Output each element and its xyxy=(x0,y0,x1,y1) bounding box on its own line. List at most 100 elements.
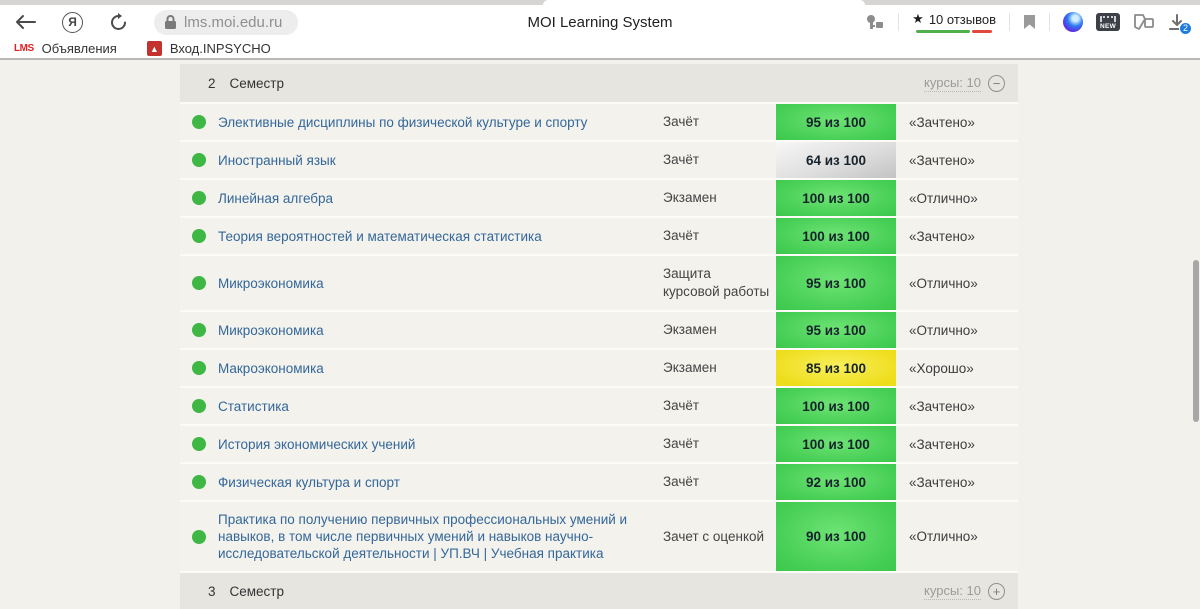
course-link[interactable]: Теория вероятностей и математическая ста… xyxy=(218,228,542,245)
score-cell: 95 из 100 xyxy=(776,104,896,140)
extension-browser-icon[interactable] xyxy=(1063,12,1083,32)
assessment-type: Экзамен xyxy=(663,180,776,216)
rating-bar xyxy=(916,30,992,33)
score-cell: 90 из 100 xyxy=(776,502,896,571)
address-bar[interactable]: lms.moi.edu.ru xyxy=(154,10,298,35)
yandex-button[interactable]: Я xyxy=(62,12,83,33)
score-text: 100 из 100 xyxy=(802,399,870,414)
score-cell: 100 из 100 xyxy=(776,180,896,216)
course-name-cell: Иностранный язык xyxy=(218,142,663,178)
lms-favicon: LMS xyxy=(14,43,34,54)
score-badge: 95 из 100 xyxy=(776,104,896,140)
status-dot-icon xyxy=(192,361,206,375)
course-name-cell: Теория вероятностей и математическая ста… xyxy=(218,218,663,254)
course-name-cell: Элективные дисциплины по физической куль… xyxy=(218,104,663,140)
table-row: Иностранный язык Зачёт 64 из 100 «Зачтен… xyxy=(180,140,1018,178)
assessment-type: Экзамен xyxy=(663,312,776,348)
toolbar-divider xyxy=(1049,13,1050,31)
status-dot-cell xyxy=(180,218,218,254)
course-name-cell: Линейная алгебра xyxy=(218,180,663,216)
expand-semester-icon[interactable]: + xyxy=(988,583,1005,600)
table-row: Линейная алгебра Экзамен 100 из 100 «Отл… xyxy=(180,178,1018,216)
assessment-type: Зачет с оценкой xyxy=(663,502,776,571)
score-text: 95 из 100 xyxy=(806,115,866,130)
course-link[interactable]: Микроэкономика xyxy=(218,275,324,292)
score-badge: 64 из 100 xyxy=(776,142,896,178)
course-link[interactable]: Макроэкономика xyxy=(218,360,324,377)
status-dot-cell xyxy=(180,502,218,571)
course-link[interactable]: Элективные дисциплины по физической куль… xyxy=(218,114,587,131)
grade-text: «Зачтено» xyxy=(896,464,1018,500)
course-link[interactable]: Практика по получению первичных професси… xyxy=(218,511,651,562)
score-text: 92 из 100 xyxy=(806,475,866,490)
grade-text: «Отлично» xyxy=(896,312,1018,348)
table-row: Практика по получению первичных професси… xyxy=(180,500,1018,571)
browser-window: MOI Learning System Я lms.moi.edu.ru xyxy=(0,0,1200,60)
score-text: 64 из 100 xyxy=(806,153,866,168)
course-name-cell: Статистика xyxy=(218,388,663,424)
course-link[interactable]: Линейная алгебра xyxy=(218,190,333,207)
semester-number: 3 xyxy=(208,584,216,599)
course-link[interactable]: Статистика xyxy=(218,398,289,415)
status-dot-cell xyxy=(180,104,218,140)
score-text: 85 из 100 xyxy=(806,361,866,376)
status-dot-icon xyxy=(192,475,206,489)
inpsycho-favicon: ▲ xyxy=(147,41,162,56)
score-badge: 95 из 100 xyxy=(776,256,896,310)
course-name-cell: Физическая культура и спорт xyxy=(218,464,663,500)
collections-icon[interactable] xyxy=(1133,13,1155,31)
status-dot-icon xyxy=(192,323,206,337)
course-rows: Элективные дисциплины по физической куль… xyxy=(180,102,1018,571)
assessment-type: Зачёт xyxy=(663,426,776,462)
assessment-type: Экзамен xyxy=(663,350,776,386)
score-badge: 95 из 100 xyxy=(776,312,896,348)
collapse-semester-icon[interactable]: − xyxy=(988,75,1005,92)
assessment-type: Зачёт xyxy=(663,388,776,424)
score-text: 100 из 100 xyxy=(802,191,870,206)
table-row: История экономических учений Зачёт 100 и… xyxy=(180,424,1018,462)
status-dot-cell xyxy=(180,426,218,462)
score-text: 90 из 100 xyxy=(806,529,866,544)
course-link[interactable]: Физическая культура и спорт xyxy=(218,474,400,491)
status-dot-cell xyxy=(180,388,218,424)
bookmark-lms-announcements[interactable]: LMS Объявления xyxy=(14,41,117,56)
score-cell: 95 из 100 xyxy=(776,256,896,310)
bookmark-flag-icon[interactable] xyxy=(1023,14,1036,30)
score-text: 95 из 100 xyxy=(806,276,866,291)
score-badge: 92 из 100 xyxy=(776,464,896,500)
course-link[interactable]: История экономических учений xyxy=(218,436,415,453)
back-button[interactable] xyxy=(14,14,36,30)
assessment-type: Зачёт xyxy=(663,142,776,178)
url-text: lms.moi.edu.ru xyxy=(184,14,282,31)
grade-text: «Отлично» xyxy=(896,502,1018,571)
downloads-icon[interactable]: 2 xyxy=(1168,14,1186,31)
courses-count-link[interactable]: курсы: 10 xyxy=(924,583,981,600)
score-cell: 100 из 100 xyxy=(776,388,896,424)
grade-text: «Отлично» xyxy=(896,180,1018,216)
video-new-extension-icon[interactable]: NEW xyxy=(1096,13,1120,31)
page-content: 2 Семестр курсы: 10 − Элективные дисципл… xyxy=(0,60,1200,607)
status-dot-cell xyxy=(180,350,218,386)
gradebook-table: 2 Семестр курсы: 10 − Элективные дисципл… xyxy=(180,64,1018,609)
grade-text: «Зачтено» xyxy=(896,104,1018,140)
status-dot-cell xyxy=(180,180,218,216)
bookmark-inpsycho-login[interactable]: ▲ Вход.INPSYCHO xyxy=(147,41,271,56)
score-badge: 100 из 100 xyxy=(776,388,896,424)
courses-count-link[interactable]: курсы: 10 xyxy=(924,75,981,92)
course-link[interactable]: Микроэкономика xyxy=(218,322,324,339)
score-text: 100 из 100 xyxy=(802,437,870,452)
status-dot-icon xyxy=(192,115,206,129)
status-dot-icon xyxy=(192,276,206,290)
score-badge: 100 из 100 xyxy=(776,180,896,216)
course-link[interactable]: Иностранный язык xyxy=(218,152,336,169)
assessment-type: Защита курсовой работы xyxy=(663,256,776,310)
score-cell: 85 из 100 xyxy=(776,350,896,386)
score-badge: 100 из 100 xyxy=(776,218,896,254)
password-manager-icon[interactable] xyxy=(865,13,885,31)
table-row: Теория вероятностей и математическая ста… xyxy=(180,216,1018,254)
toolbar-divider xyxy=(898,13,899,31)
scrollbar-thumb[interactable] xyxy=(1193,260,1199,422)
site-reviews-button[interactable]: ★ 10 отзывов xyxy=(912,11,996,33)
score-cell: 100 из 100 xyxy=(776,426,896,462)
refresh-button[interactable] xyxy=(109,13,128,32)
